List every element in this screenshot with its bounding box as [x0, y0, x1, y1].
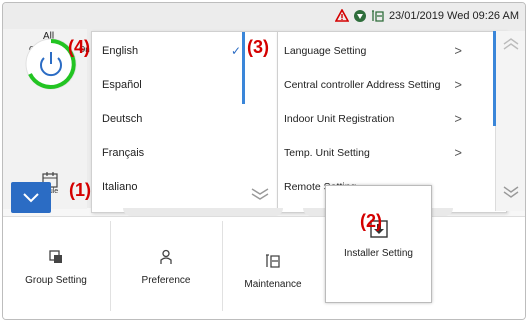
chevron-right-icon: >: [454, 77, 462, 92]
chevron-right-icon: >: [454, 145, 462, 160]
language-dropdown: English ✓ Español Deutsch Français Itali…: [91, 31, 278, 213]
shield-icon[interactable]: [353, 9, 367, 23]
setting-item-central-address[interactable]: Central controller Address Setting >: [278, 68, 478, 102]
scroll-up-icon[interactable]: [502, 37, 520, 51]
setting-item-indoor-unit[interactable]: Indoor Unit Registration >: [278, 102, 478, 136]
language-label: Italiano: [102, 181, 138, 193]
setting-label: Temp. Unit Setting: [284, 147, 370, 159]
setting-label: Indoor Unit Registration: [284, 113, 395, 125]
settings-scroll-area: [493, 31, 525, 211]
menu-divider: [222, 221, 223, 311]
language-option-francais[interactable]: Français: [92, 136, 275, 170]
callout-3: (3): [247, 37, 269, 57]
maintenance-button[interactable]: Maintenance: [223, 223, 323, 317]
maintenance-icon: [266, 254, 280, 268]
collapse-button[interactable]: [11, 182, 51, 213]
callout-2: (2): [360, 211, 382, 231]
status-bar: 23/01/2019 Wed 09:26 AM: [3, 3, 525, 29]
group-setting-label: Group Setting: [25, 275, 87, 286]
datetime: 23/01/2019 Wed 09:26 AM: [388, 10, 519, 22]
app-window: 23/01/2019 Wed 09:26 AM All Off On Sched…: [2, 2, 526, 320]
language-option-deutsch[interactable]: Deutsch: [92, 102, 275, 136]
scroll-down-icon[interactable]: [502, 185, 520, 199]
scroll-down-icon[interactable]: [250, 187, 270, 201]
language-label: Français: [102, 147, 145, 159]
menu-divider: [110, 221, 111, 311]
maintenance-label: Maintenance: [244, 279, 302, 290]
checkmark-icon: ✓: [230, 44, 241, 58]
chevron-right-icon: >: [454, 111, 462, 126]
setting-item-language[interactable]: Language Setting >: [278, 34, 478, 68]
setting-label: Language Setting: [284, 45, 367, 57]
language-scrollbar[interactable]: [242, 32, 245, 104]
chevron-down-icon: [23, 192, 39, 202]
setting-item-temp-unit[interactable]: Temp. Unit Setting >: [278, 136, 478, 170]
group-icon: [49, 250, 62, 263]
callout-1: (1): [69, 180, 91, 200]
bottom-menu: Group Setting Preference Maintenance: [3, 216, 525, 319]
settings-scrollbar[interactable]: [493, 31, 496, 126]
group-setting-button[interactable]: Group Setting: [3, 223, 109, 317]
language-label: English: [102, 45, 139, 57]
callout-4: (4): [68, 37, 90, 57]
language-label: Deutsch: [102, 113, 143, 125]
chevron-right-icon: >: [454, 43, 462, 58]
language-label: Español: [102, 79, 142, 91]
installer-setting-button[interactable]: Installer Setting: [325, 185, 432, 303]
warning-icon[interactable]: [334, 9, 349, 23]
status-right: 23/01/2019 Wed 09:26 AM: [334, 9, 519, 23]
preference-button[interactable]: Preference: [111, 223, 221, 317]
background-dial-ghost: [123, 208, 283, 216]
language-option-espanol[interactable]: Español: [92, 68, 275, 102]
setting-label: Central controller Address Setting: [284, 79, 441, 91]
preference-label: Preference: [141, 275, 191, 286]
installer-setting-label: Installer Setting: [344, 248, 413, 259]
language-option-italiano[interactable]: Italiano: [92, 170, 275, 204]
maintenance-icon[interactable]: [371, 9, 385, 23]
person-icon: [160, 249, 172, 264]
